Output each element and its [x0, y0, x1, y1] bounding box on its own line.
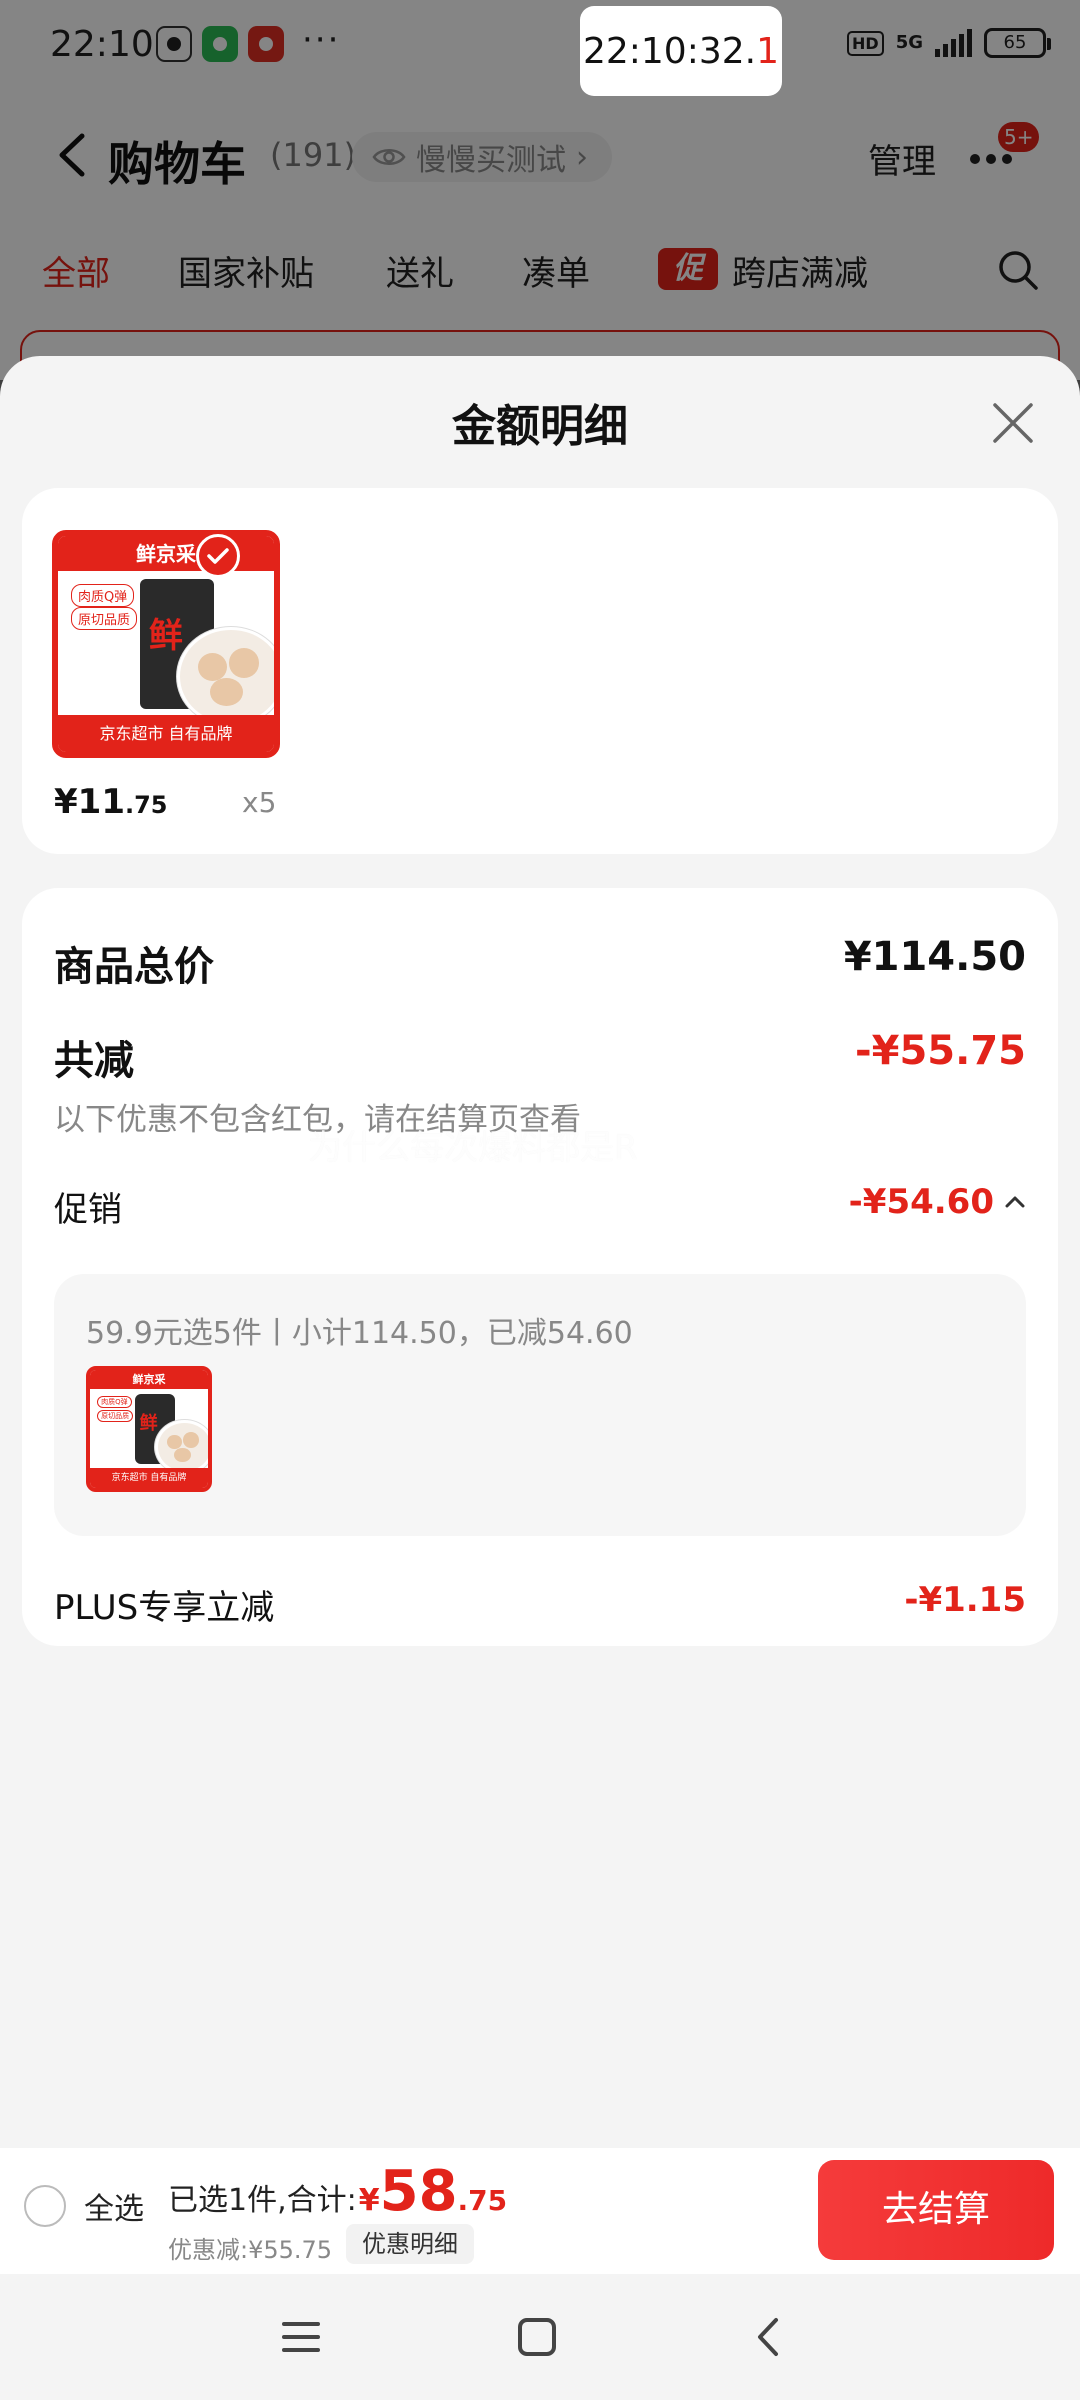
thumbnail-chip: 原切品质: [97, 1410, 134, 1423]
clock-time: 22:10:32.: [582, 30, 757, 72]
promotion-toggle[interactable]: -¥54.60: [849, 1182, 1026, 1222]
price-breakdown-card: 商品总价 ¥114.50 共减 -¥55.75 以下优惠不包含红包，请在结算页查…: [22, 888, 1058, 1646]
select-all-toggle[interactable]: 全选: [24, 2184, 144, 2228]
total-amount-decimal: .75: [457, 2184, 508, 2217]
selected-count-text: 已选1件,合计:: [168, 2183, 357, 2218]
promotion-label: 促销: [54, 1190, 122, 1230]
promotion-value: -¥54.60: [848, 1182, 994, 1222]
checkout-bar: 全选 已选1件,合计: ¥ 58 .75 优惠减:¥55.75 优惠明细 去结算: [0, 2148, 1080, 2274]
saved-amount: 优惠减:¥55.75: [168, 2236, 333, 2264]
product-plate-image: [154, 1419, 208, 1474]
total-discount-value: -¥55.75: [855, 1028, 1026, 1074]
price-integer: ¥11: [54, 782, 125, 822]
promotion-item-thumbnail[interactable]: 鲜京采 肉质Q弹 原切品质 鲜 京东超市 自有品牌: [86, 1366, 212, 1492]
selected-items-card: 鲜京采 肉质Q弹 原切品质 鲜 京东超市 自有品牌 ¥11.75 x5: [22, 488, 1058, 854]
thumbnail-brand: 鲜京采: [90, 1370, 208, 1389]
thumbnail-chip: 肉质Q弹: [70, 583, 135, 607]
clock-tenths: 1: [756, 30, 780, 72]
promotion-summary: 59.9元选5件丨小计114.50，已减54.60: [86, 1316, 633, 1351]
total-price-label: 商品总价: [54, 944, 214, 990]
selected-check-icon: [196, 534, 240, 578]
promotion-detail-box: 59.9元选5件丨小计114.50，已减54.60 鲜京采 肉质Q弹 原切品质 …: [54, 1274, 1026, 1536]
package-logo: 鲜: [148, 615, 183, 656]
thumbnail-chip: 肉质Q弹: [97, 1395, 132, 1408]
product-plate-image: [176, 626, 274, 727]
select-all-label: 全选: [84, 2192, 144, 2227]
thumbnail-brand: 鲜京采: [58, 536, 274, 571]
recent-apps-icon[interactable]: [278, 2314, 324, 2360]
item-unit-price: ¥11.75: [54, 782, 168, 822]
watermark-text: 为什么每次爆料都是R: [308, 1128, 638, 1168]
plus-discount-value: -¥1.15: [904, 1580, 1026, 1620]
item-quantity: x5: [242, 786, 277, 819]
sheet-title: 金额明细: [452, 401, 628, 452]
thumbnail-footer: 京东超市 自有品牌: [58, 715, 274, 752]
product-thumbnail[interactable]: 鲜京采 肉质Q弹 原切品质 鲜 京东超市 自有品牌: [52, 530, 280, 758]
system-back-icon[interactable]: [746, 2314, 792, 2360]
thumbnail-chip: 原切品质: [70, 607, 137, 631]
discount-detail-button[interactable]: 优惠明细: [346, 2224, 474, 2264]
selection-summary: 已选1件,合计: ¥ 58 .75: [168, 2164, 507, 2220]
chevron-up-icon: [1005, 1196, 1025, 1208]
home-icon[interactable]: [514, 2314, 560, 2360]
total-currency: ¥: [358, 2183, 380, 2218]
price-decimal: .75: [124, 791, 168, 819]
total-discount-label: 共减: [54, 1038, 134, 1084]
floating-clock: 22:10:32. 1: [580, 6, 782, 96]
amount-detail-sheet: 金额明细 鲜京采 肉质Q弹 原切品质 鲜 京东超市 自有品牌 ¥11.75 x5…: [0, 356, 1080, 2268]
select-all-checkbox[interactable]: [24, 2185, 66, 2227]
close-icon[interactable]: [990, 400, 1036, 446]
system-navigation-bar: [0, 2274, 1080, 2400]
plus-discount-label: PLUS专享立减: [54, 1588, 275, 1628]
package-logo: 鲜: [139, 1413, 158, 1435]
total-amount-integer: 58: [379, 2159, 458, 2224]
thumbnail-footer: 京东超市 自有品牌: [90, 1467, 208, 1488]
checkout-button[interactable]: 去结算: [818, 2160, 1054, 2260]
total-price-value: ¥114.50: [843, 934, 1026, 980]
